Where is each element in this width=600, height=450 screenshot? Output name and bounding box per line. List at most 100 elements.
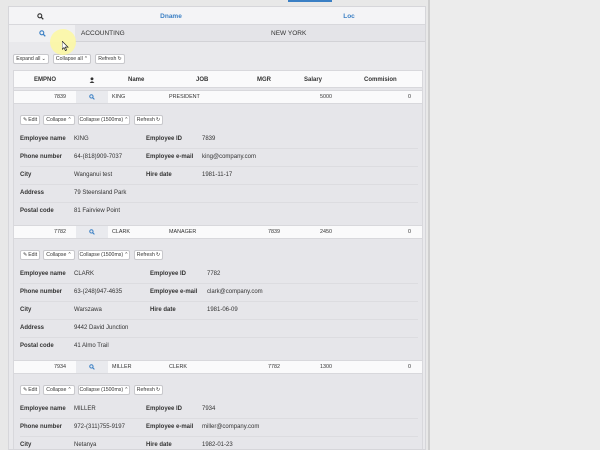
employee-name-value: KING — [74, 136, 89, 142]
refresh-icon: ↻ — [155, 252, 161, 258]
hire-date-label: Hire date — [150, 307, 176, 313]
expand-row-button[interactable] — [76, 226, 108, 238]
job-cell: CLERK — [169, 364, 187, 370]
search-icon[interactable] — [9, 7, 71, 25]
employee-name-value: MILLER — [74, 406, 96, 412]
mgr-header[interactable]: MGR — [257, 71, 271, 88]
hire-date-value: 1981-06-09 — [207, 307, 238, 313]
employee-email-label: Employee e-mail — [146, 154, 194, 160]
address-label: Address — [20, 190, 45, 196]
salary-header[interactable]: Salary — [304, 71, 322, 88]
edit-button[interactable]: ✎ Edit — [20, 250, 40, 260]
chevron-up-icon: ⌃ — [124, 117, 129, 123]
employee-email-label: Employee e-mail — [150, 289, 198, 295]
employee-id-value: 7782 — [207, 271, 221, 277]
empno-cell: 7934 — [54, 364, 66, 370]
user-icon — [89, 71, 95, 88]
cursor-icon — [62, 41, 69, 51]
phone-number-label: Phone number — [20, 289, 63, 295]
table-row[interactable]: 7839 KING PRESIDENT 5000 0 — [14, 90, 422, 104]
employee-email-label: Employee e-mail — [146, 424, 194, 430]
collapse-all-button[interactable]: Collapse all ⌃ — [53, 54, 91, 64]
hire-date-value: 1981-11-17 — [202, 172, 233, 178]
postal-code-label: Postal code — [20, 208, 54, 214]
employee-id-value: 7839 — [202, 136, 216, 142]
right-gutter — [430, 0, 600, 450]
chevron-up-icon: ⌃ — [67, 387, 72, 393]
collapse-button[interactable]: Collapse ⌃ — [43, 385, 75, 395]
edit-icon: ✎ — [22, 117, 28, 123]
loc-header[interactable]: Loc — [271, 7, 425, 25]
job-header[interactable]: JOB — [196, 71, 208, 88]
name-cell: KING — [112, 94, 126, 100]
dept-header: Dname Loc — [9, 7, 425, 25]
table-row[interactable]: 7934 MILLER CLERK 7782 1300 0 — [14, 360, 422, 374]
refresh-button[interactable]: Refresh ↻ — [134, 385, 163, 395]
postal-code-label: Postal code — [20, 343, 54, 349]
employee-name-label: Employee name — [20, 271, 66, 277]
employee-name-label: Employee name — [20, 406, 66, 412]
refresh-icon: ↻ — [155, 117, 161, 123]
hire-date-label: Hire date — [146, 172, 172, 178]
collapse-slow-button[interactable]: Collapse (1500ms) ⌃ — [78, 385, 130, 395]
search-icon — [89, 364, 95, 370]
name-cell: MILLER — [112, 364, 132, 370]
empno-header[interactable]: EMPNO — [34, 71, 56, 88]
commision-cell: 0 — [408, 229, 411, 235]
salary-cell: 2450 — [320, 229, 332, 235]
expand-all-button[interactable]: Expand all ⌄ — [13, 54, 49, 64]
postal-code-value: 81 Fairview Point — [74, 208, 121, 214]
dname-header[interactable]: Dname — [71, 7, 271, 25]
name-header[interactable]: Name — [128, 71, 144, 88]
refresh-button[interactable]: Refresh ↻ — [95, 54, 125, 64]
employee-name-label: Employee name — [20, 136, 66, 142]
chevron-up-icon: ⌃ — [83, 56, 89, 62]
chevron-up-icon: ⌃ — [124, 252, 129, 258]
scrollbar[interactable] — [428, 0, 430, 450]
expand-row-button[interactable] — [76, 361, 108, 373]
search-icon — [89, 229, 95, 235]
employee-detail: ✎ Edit Collapse ⌃ Collapse (1500ms) ⌃ Refre… — [14, 105, 422, 225]
collapse-slow-button[interactable]: Collapse (1500ms) ⌃ — [78, 115, 130, 125]
phone-number-value: 64-(818)909-7037 — [74, 154, 123, 160]
collapse-button[interactable]: Collapse ⌃ — [43, 115, 75, 125]
edit-button[interactable]: ✎ Edit — [20, 385, 40, 395]
refresh-icon: ↻ — [117, 56, 122, 62]
employee-name-value: CLARK — [74, 271, 95, 277]
search-icon — [89, 94, 95, 100]
employee-grid: EMPNO Name JOB MGR Salary Commision 7839… — [13, 70, 423, 449]
employee-email-value: clark@company.com — [207, 289, 263, 295]
refresh-icon: ↻ — [155, 387, 161, 393]
collapse-button[interactable]: Collapse ⌃ — [43, 250, 75, 260]
chevron-up-icon: ⌃ — [67, 117, 72, 123]
city-label: City — [20, 172, 32, 178]
dept-grid: Dname Loc ACCOUNTING NEW YORK Expand all… — [8, 6, 426, 450]
chevron-down-icon: ⌄ — [41, 56, 46, 62]
dept-loc: NEW YORK — [271, 30, 307, 37]
job-cell: PRESIDENT — [169, 94, 200, 100]
employee-email-value: king@company.com — [202, 154, 256, 160]
employee-detail: ✎ Edit Collapse ⌃ Collapse (1500ms) ⌃ Refre… — [14, 375, 422, 449]
name-cell: CLARK — [112, 229, 130, 235]
edit-button[interactable]: ✎ Edit — [20, 115, 40, 125]
edit-icon: ✎ — [22, 252, 28, 258]
address-label: Address — [20, 325, 45, 331]
employee-id-label: Employee ID — [146, 136, 183, 142]
expand-row-button[interactable] — [76, 91, 108, 103]
city-value: Wanganui test — [74, 172, 113, 178]
address-value: 79 Steensland Park — [74, 190, 127, 196]
top-accent-bar — [288, 0, 332, 2]
search-icon — [38, 30, 46, 37]
employee-id-value: 7934 — [202, 406, 216, 412]
phone-number-value: 972-(311)755-9197 — [74, 424, 125, 430]
refresh-button[interactable]: Refresh ↻ — [134, 250, 163, 260]
employee-id-label: Employee ID — [146, 406, 183, 412]
employee-header: EMPNO Name JOB MGR Salary Commision — [14, 71, 422, 88]
employee-detail: ✎ Edit Collapse ⌃ Collapse (1500ms) ⌃ Refre… — [14, 240, 422, 360]
commision-header[interactable]: Commision — [364, 71, 397, 88]
address-value: 9442 David Junction — [74, 325, 129, 331]
collapse-slow-button[interactable]: Collapse (1500ms) ⌃ — [78, 250, 130, 260]
commision-cell: 0 — [408, 94, 411, 100]
refresh-button[interactable]: Refresh ↻ — [134, 115, 163, 125]
table-row[interactable]: 7782 CLARK MANAGER 7839 2450 0 — [14, 225, 422, 239]
